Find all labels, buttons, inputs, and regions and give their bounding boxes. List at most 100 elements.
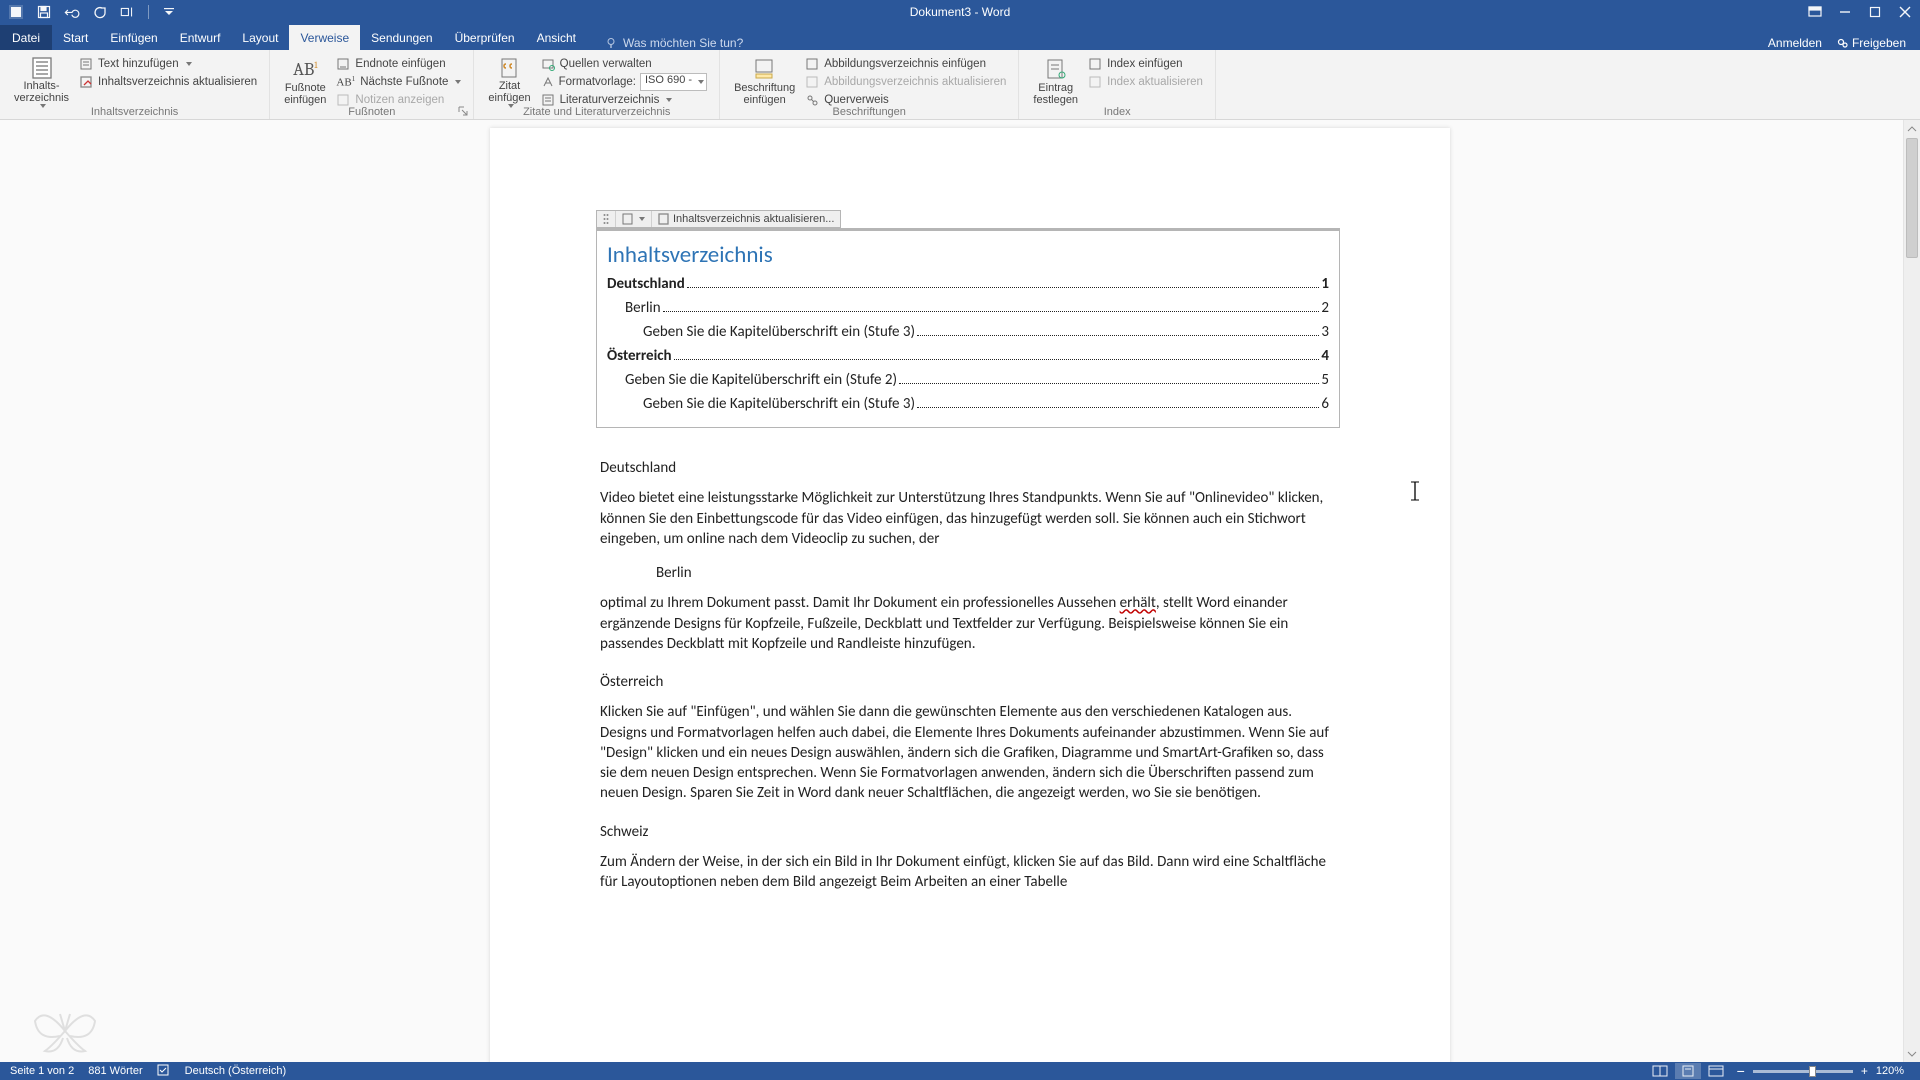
zoom-slider-knob[interactable] (1809, 1066, 1816, 1077)
toc-button[interactable]: Inhalts- verzeichnis (8, 52, 75, 108)
tell-me-search[interactable]: Was möchten Sie tun? (587, 36, 743, 50)
chevron-down-icon (666, 98, 672, 102)
ribbon-group-citations: Zitat einfügen Quellen verwalten Formatv… (474, 50, 720, 119)
toc-control-handle[interactable] (597, 211, 616, 227)
dialog-launcher-icon[interactable] (457, 105, 469, 117)
insert-index-button[interactable]: Index einfügen (1084, 55, 1207, 73)
heading-oesterreich: Österreich (600, 672, 1340, 692)
zoom-level[interactable]: 120% (1876, 1065, 1904, 1077)
toc-content-control[interactable]: Inhaltsverzeichnis aktualisieren... Inha… (596, 228, 1340, 428)
zoom-slider[interactable] (1753, 1070, 1853, 1073)
chevron-down-icon (639, 217, 645, 221)
manage-sources-button[interactable]: Quellen verwalten (537, 55, 711, 73)
group-label: Beschriftungen (720, 106, 1018, 118)
web-layout-icon[interactable] (1703, 1063, 1729, 1079)
ribbon-group-toc: Inhalts- verzeichnis Text hinzufügen Inh… (0, 50, 270, 119)
status-bar: Seite 1 von 2 881 Wörter Deutsch (Österr… (0, 1062, 1920, 1080)
text-cursor (1410, 480, 1420, 505)
undo-icon[interactable] (64, 4, 80, 20)
minimize-icon[interactable] (1830, 0, 1860, 24)
toc-entry[interactable]: Geben Sie die Kapitelüberschrift ein (St… (607, 371, 1329, 395)
ribbon: Inhalts- verzeichnis Text hinzufügen Inh… (0, 50, 1920, 120)
group-label: Index (1019, 106, 1215, 118)
footnote-icon: AB1 (293, 56, 317, 82)
mark-entry-icon (1044, 56, 1068, 82)
maximize-icon[interactable] (1860, 0, 1890, 24)
ribbon-group-index: Eintrag festlegen Index einfügen Index a… (1019, 50, 1216, 119)
title-bar: Dokument3 - Word (0, 0, 1920, 24)
proofing-icon[interactable] (157, 1064, 171, 1079)
save-icon[interactable] (36, 4, 52, 20)
insert-footnote-button[interactable]: AB1 Fußnote einfügen (278, 52, 332, 108)
heading-schweiz: Schweiz (600, 822, 1340, 842)
tab-verweise[interactable]: Verweise (289, 25, 360, 50)
toc-entry[interactable]: Berlin 2 (607, 299, 1329, 323)
toc-entry[interactable]: Deutschland 1 (607, 275, 1329, 299)
toc-control-menu[interactable] (616, 211, 652, 227)
tab-layout[interactable]: Layout (231, 25, 289, 50)
paragraph: Video bietet eine leistungsstarke Möglic… (600, 488, 1340, 549)
style-dropdown[interactable]: ISO 690 - (640, 73, 707, 91)
toc-title: Inhaltsverzeichnis (607, 241, 1329, 269)
spelling-error[interactable]: erhält (1120, 594, 1156, 612)
citation-style-selector[interactable]: Formatvorlage: ISO 690 - (537, 73, 711, 91)
zoom-control: − + 120% (1737, 1063, 1904, 1079)
read-mode-icon[interactable] (1647, 1063, 1673, 1079)
toc-entry[interactable]: Geben Sie die Kapitelüberschrift ein (St… (607, 395, 1329, 419)
group-label: Zitate und Literaturverzeichnis (474, 106, 719, 118)
qat-separator (148, 5, 149, 19)
ribbon-group-captions: Beschriftung einfügen Abbildungsverzeich… (720, 50, 1019, 119)
touch-mode-icon[interactable] (120, 4, 136, 20)
toc-control-update-button[interactable]: Inhaltsverzeichnis aktualisieren... (652, 211, 840, 227)
close-icon[interactable] (1890, 0, 1920, 24)
tab-start[interactable]: Start (52, 25, 99, 50)
window-controls (1800, 0, 1920, 24)
ribbon-display-options-icon[interactable] (1800, 0, 1830, 24)
ribbon-tabs: Datei Start Einfügen Entwurf Layout Verw… (0, 24, 1920, 50)
zoom-out-icon[interactable]: − (1737, 1063, 1745, 1079)
update-index-button[interactable]: Index aktualisieren (1084, 73, 1207, 91)
insert-endnote-button[interactable]: Endnote einfügen (332, 55, 465, 73)
page-indicator[interactable]: Seite 1 von 2 (10, 1065, 74, 1077)
chevron-down-icon (455, 80, 461, 84)
chevron-down-icon (698, 80, 704, 84)
insert-caption-button[interactable]: Beschriftung einfügen (728, 52, 801, 108)
window-title: Dokument3 - Word (910, 5, 1010, 19)
tab-ueberpruefen[interactable]: Überprüfen (444, 25, 526, 50)
tab-file[interactable]: Datei (0, 25, 52, 50)
scroll-down-icon[interactable] (1904, 1045, 1920, 1062)
insert-figure-toc-button[interactable]: Abbildungsverzeichnis einfügen (801, 55, 1010, 73)
mark-entry-button[interactable]: Eintrag festlegen (1027, 52, 1084, 108)
print-layout-icon[interactable] (1675, 1063, 1701, 1079)
tab-einfuegen[interactable]: Einfügen (99, 25, 168, 50)
paragraph: Zum Ändern der Weise, in der sich ein Bi… (600, 852, 1340, 893)
language-indicator[interactable]: Deutsch (Österreich) (185, 1065, 286, 1077)
zoom-in-icon[interactable]: + (1861, 1064, 1868, 1078)
toc-entry[interactable]: Geben Sie die Kapitelüberschrift ein (St… (607, 323, 1329, 347)
document-body[interactable]: Deutschland Video bietet eine leistungss… (600, 458, 1340, 892)
document-area: Inhaltsverzeichnis aktualisieren... Inha… (0, 120, 1920, 1062)
heading-deutschland: Deutschland (600, 458, 1340, 478)
add-text-button[interactable]: Text hinzufügen (75, 55, 261, 73)
share-button[interactable]: Freigeben (1836, 36, 1906, 50)
insert-citation-button[interactable]: Zitat einfügen (482, 52, 536, 108)
toc-entry[interactable]: Österreich 4 (607, 347, 1329, 371)
watermark-icon (30, 996, 100, 1056)
scroll-up-icon[interactable] (1904, 120, 1920, 137)
toc-control-toolbar: Inhaltsverzeichnis aktualisieren... (596, 210, 841, 228)
ribbon-group-footnotes: AB1 Fußnote einfügen Endnote einfügen AB… (270, 50, 474, 119)
vertical-scrollbar[interactable] (1903, 120, 1920, 1062)
customize-qat-icon[interactable] (161, 4, 177, 20)
word-count[interactable]: 881 Wörter (88, 1065, 142, 1077)
scrollbar-thumb[interactable] (1906, 138, 1918, 258)
document-page[interactable]: Inhaltsverzeichnis aktualisieren... Inha… (490, 128, 1450, 1062)
tab-entwurf[interactable]: Entwurf (169, 25, 232, 50)
signin-link[interactable]: Anmelden (1768, 36, 1822, 50)
update-toc-button[interactable]: Inhaltsverzeichnis aktualisieren (75, 73, 261, 91)
redo-icon[interactable] (92, 4, 108, 20)
tab-ansicht[interactable]: Ansicht (526, 25, 587, 50)
update-figure-toc-button[interactable]: Abbildungsverzeichnis aktualisieren (801, 73, 1010, 91)
chevron-down-icon (186, 62, 192, 66)
next-footnote-button[interactable]: AB1 Nächste Fußnote (332, 73, 465, 91)
tab-sendungen[interactable]: Sendungen (360, 25, 443, 50)
